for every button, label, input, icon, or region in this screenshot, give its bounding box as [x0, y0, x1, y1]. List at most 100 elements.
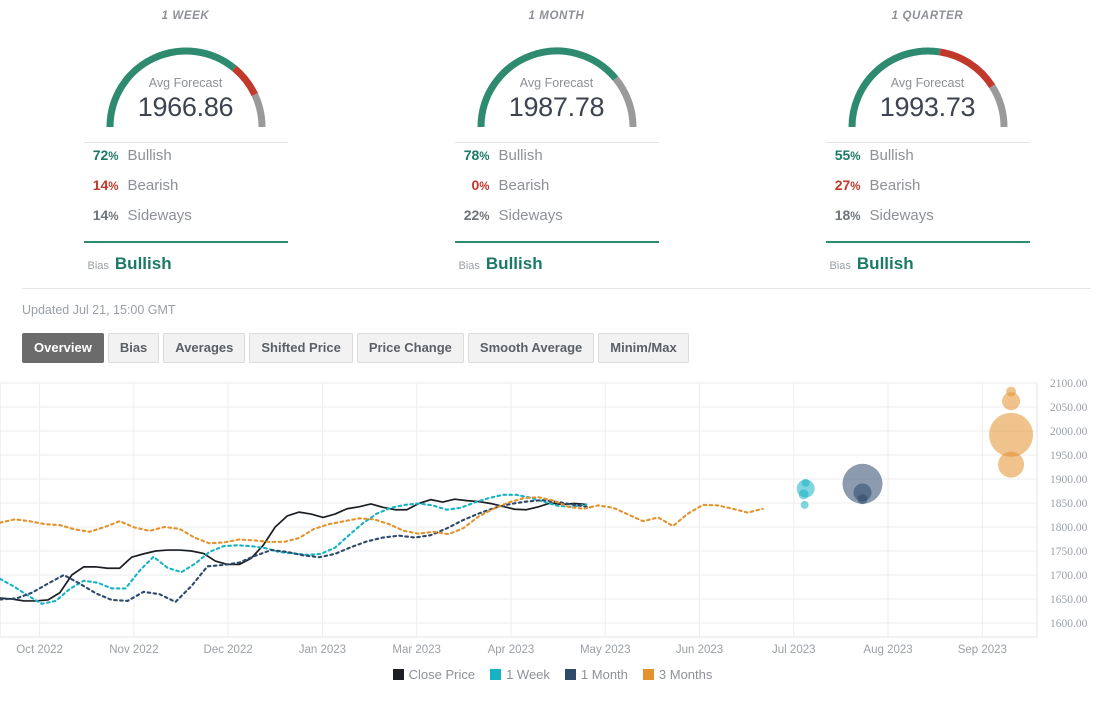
tab-smooth-average[interactable]: Smooth Average: [468, 333, 594, 363]
tab-overview[interactable]: Overview: [22, 333, 104, 363]
legend-item[interactable]: 1 Month: [565, 667, 628, 682]
gauge-arc-segment: [481, 51, 616, 127]
y-axis-tick-label: 1950.00: [1050, 450, 1088, 462]
gauge-arc-segment: [852, 51, 940, 127]
x-axis-tick-label: May 2023: [580, 644, 631, 656]
forecast-bubble[interactable]: [802, 479, 810, 487]
legend-item[interactable]: 1 Week: [490, 667, 550, 682]
forecast-chart: 1600.001650.001700.001750.001800.001850.…: [0, 375, 1113, 695]
bias-row: BiasBullish: [455, 243, 659, 274]
sentiment-label: Sideways: [499, 207, 563, 224]
y-axis-tick-label: 2000.00: [1050, 426, 1088, 438]
sentiment-breakdown: 78%Bullish0%Bearish22%SidewaysBiasBullis…: [455, 142, 659, 274]
sentiment-percent-value: 78: [464, 147, 480, 163]
legend-item[interactable]: Close Price: [393, 667, 475, 682]
sentiment-percent-value: 27: [835, 177, 851, 193]
sentiment-percent-unit: %: [479, 181, 489, 193]
forecast-panel: 1 QUARTERAvg Forecast1993.7355%Bullish27…: [742, 10, 1113, 274]
x-axis-tick-label: Jan 2023: [299, 644, 346, 656]
legend-swatch-icon: [490, 669, 501, 680]
tab-price-change[interactable]: Price Change: [357, 333, 464, 363]
sentiment-percent-unit: %: [108, 181, 118, 193]
sentiment-row: 0%Bearish: [455, 177, 659, 207]
updated-timestamp: Updated Jul 21, 15:00 GMT: [0, 289, 1113, 317]
y-axis-tick-label: 1900.00: [1050, 474, 1088, 486]
legend-label: Close Price: [409, 667, 475, 682]
tab-minim-max[interactable]: Minim/Max: [598, 333, 688, 363]
y-axis-tick-label: 2100.00: [1050, 378, 1088, 390]
gauge-arc-segment: [110, 51, 234, 127]
sentiment-row: 27%Bearish: [826, 177, 1030, 207]
y-axis-tick-label: 1650.00: [1050, 594, 1088, 606]
tab-shifted-price[interactable]: Shifted Price: [249, 333, 352, 363]
x-axis-tick-label: Nov 2022: [109, 644, 158, 656]
sentiment-percent-unit: %: [479, 211, 489, 223]
sentiment-percent: 18%: [826, 207, 870, 223]
sentiment-percent-unit: %: [850, 181, 860, 193]
sentiment-gauge: Avg Forecast1993.73: [828, 24, 1028, 134]
chart-tab-bar: OverviewBiasAveragesShifted PricePrice C…: [0, 317, 1113, 363]
sentiment-percent: 27%: [826, 177, 870, 193]
legend-swatch-icon: [643, 669, 654, 680]
x-axis-tick-label: Dec 2022: [204, 644, 253, 656]
panel-period-title: 1 WEEK: [162, 10, 210, 22]
bias-row: Bias Bullish: [826, 243, 1030, 274]
panel-period-title: 1 QUARTER: [892, 10, 964, 22]
sentiment-row: 55%Bullish: [826, 147, 1030, 177]
gauge-arc-segment: [939, 52, 991, 86]
sentiment-label: Bullish: [870, 147, 914, 164]
tab-bias[interactable]: Bias: [108, 333, 159, 363]
sentiment-gauge: Avg Forecast1966.86: [86, 24, 286, 134]
bias-value: Bullish: [115, 254, 172, 274]
chart-legend: Close Price 1 Week 1 Month 3 Months: [0, 667, 1113, 682]
sentiment-percent: 14%: [84, 207, 128, 223]
sentiment-percent: 14%: [84, 177, 128, 193]
sentiment-percent-value: 14: [93, 177, 109, 193]
x-axis-tick-label: Mar 2023: [392, 644, 441, 656]
sentiment-percent: 0%: [455, 177, 499, 193]
legend-item[interactable]: 3 Months: [643, 667, 712, 682]
bias-label: Bias: [830, 260, 851, 272]
sentiment-percent: 78%: [455, 147, 499, 163]
x-axis-tick-label: Oct 2022: [16, 644, 63, 656]
gauge-arc-segment: [254, 95, 261, 127]
sentiment-label: Bearish: [128, 177, 179, 194]
gauge-arc-segment: [234, 68, 254, 94]
sentiment-percent: 55%: [826, 147, 870, 163]
x-axis-tick-label: Sep 2023: [958, 644, 1007, 656]
sentiment-percent-value: 72: [93, 147, 109, 163]
x-axis-tick-label: Apr 2023: [488, 644, 535, 656]
forecast-bubble[interactable]: [989, 413, 1033, 457]
bias-value: Bullish: [857, 254, 914, 274]
sentiment-row: 78%Bullish: [455, 147, 659, 177]
legend-swatch-icon: [565, 669, 576, 680]
forecast-panel: 1 WEEKAvg Forecast1966.8672%Bullish14%Be…: [0, 10, 371, 274]
forecast-panels: 1 WEEKAvg Forecast1966.8672%Bullish14%Be…: [0, 0, 1113, 274]
forecast-bubble[interactable]: [858, 494, 868, 504]
sentiment-label: Bearish: [870, 177, 921, 194]
gauge-arc-segment: [615, 79, 632, 127]
legend-label: 3 Months: [659, 667, 712, 682]
chart-canvas: 1600.001650.001700.001750.001800.001850.…: [0, 375, 1113, 665]
sentiment-percent-value: 14: [93, 207, 109, 223]
sentiment-percent: 72%: [84, 147, 128, 163]
x-axis-tick-label: Aug 2023: [863, 644, 912, 656]
sentiment-percent-unit: %: [850, 151, 860, 163]
forecast-bubble[interactable]: [998, 452, 1024, 478]
x-axis-tick-label: Jul 2023: [772, 644, 815, 656]
legend-label: 1 Week: [506, 667, 550, 682]
sentiment-breakdown: 55%Bullish27%Bearish18%SidewaysBiasBulli…: [826, 142, 1030, 274]
forecast-bubble[interactable]: [1006, 387, 1016, 397]
y-axis-tick-label: 1750.00: [1050, 546, 1088, 558]
forecast-bubble[interactable]: [801, 501, 809, 509]
forecast-bubble[interactable]: [799, 489, 809, 499]
tab-averages[interactable]: Averages: [163, 333, 245, 363]
forecast-panel: 1 MONTHAvg Forecast1987.7878%Bullish0%Be…: [371, 10, 742, 274]
bias-value: Bullish: [486, 254, 543, 274]
y-axis-tick-label: 1700.00: [1050, 570, 1088, 582]
sentiment-percent-unit: %: [850, 211, 860, 223]
x-axis-tick-label: Jun 2023: [676, 644, 723, 656]
sentiment-label: Sideways: [870, 207, 934, 224]
bias-row: BiasBullish: [84, 243, 288, 274]
sentiment-percent: 22%: [455, 207, 499, 223]
